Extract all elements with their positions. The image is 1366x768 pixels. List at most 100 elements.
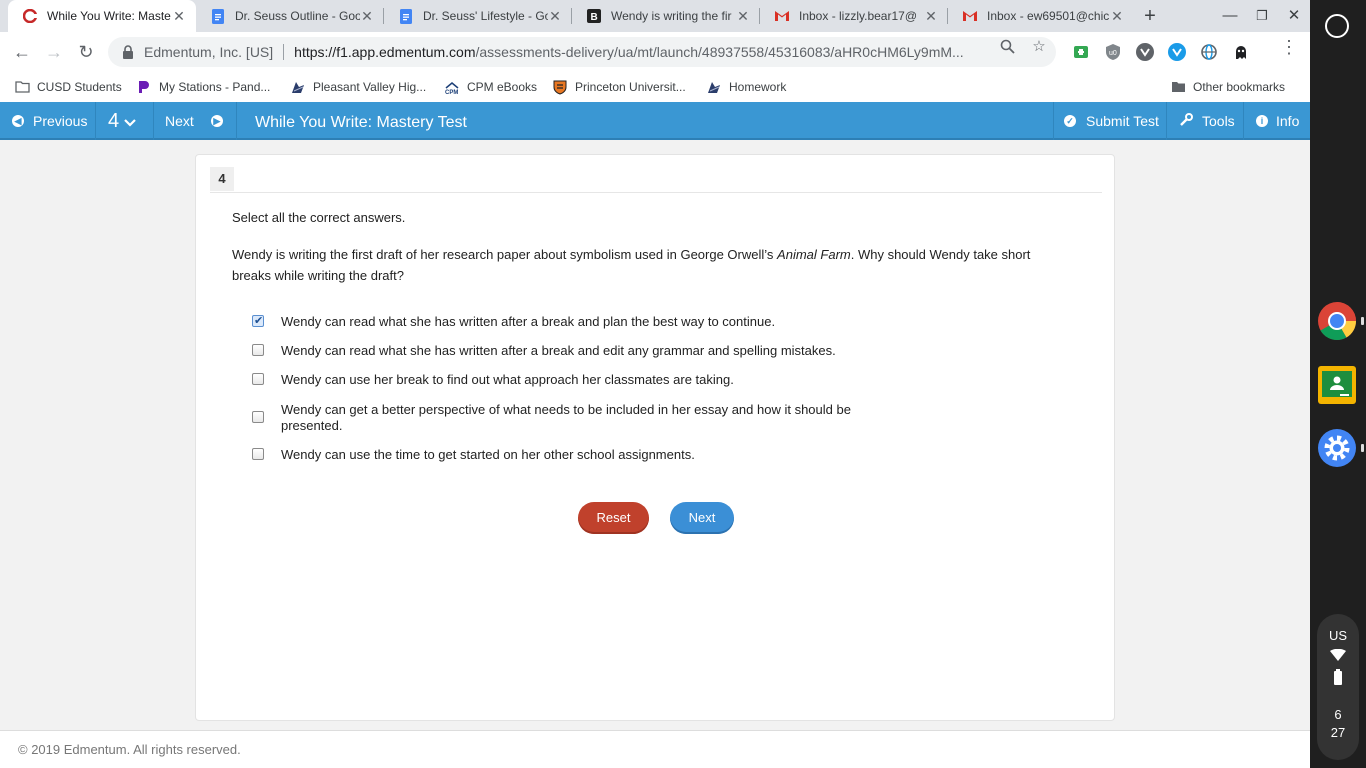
book-title: Animal Farm	[777, 247, 851, 262]
tab-gmail-ew[interactable]: Inbox - ew69501@chic ✕	[948, 0, 1134, 32]
tab-close-icon[interactable]: ✕	[548, 8, 562, 25]
test-content-area: 4 Select all the correct answers. Wendy …	[0, 140, 1310, 730]
bookmark-star-icon[interactable]: ☆	[1031, 39, 1047, 55]
tab-seuss-lifestyle[interactable]: Dr. Seuss' Lifestyle - Go ✕	[384, 0, 572, 32]
forward-icon[interactable]: →	[42, 40, 66, 64]
lock-icon	[122, 45, 134, 59]
running-indicator	[1361, 444, 1364, 452]
question-number-dropdown[interactable]: 4	[108, 102, 136, 140]
bookmark-cpm-ebooks[interactable]: CPM CPM eBooks	[444, 77, 537, 97]
answer-checkbox[interactable]	[252, 373, 264, 385]
wifi-icon	[1317, 648, 1359, 664]
answer-text: Wendy can get a better perspective of wh…	[281, 402, 851, 433]
header-next-button[interactable]: Next ▶	[165, 102, 223, 140]
chrome-app-icon[interactable]	[1317, 301, 1357, 341]
test-title: While You Write: Mastery Test	[255, 114, 467, 131]
tab-gmail-lizzly[interactable]: Inbox - lizzly.bear17@ ✕	[760, 0, 948, 32]
tab-close-icon[interactable]: ✕	[172, 8, 186, 25]
google-classroom-icon[interactable]	[1318, 366, 1356, 404]
address-bar[interactable]: Edmentum, Inc. [US] https://f1.app.edmen…	[108, 37, 1056, 67]
extension-green-icon[interactable]	[1072, 43, 1090, 61]
next-button[interactable]: Next	[670, 502, 734, 534]
answer-option[interactable]: Wendy can use the time to get started on…	[252, 447, 861, 463]
site-identity[interactable]: Edmentum, Inc. [US]	[144, 44, 273, 60]
svg-text:CPM: CPM	[445, 90, 458, 95]
running-indicator	[1361, 317, 1364, 325]
answer-checkbox[interactable]	[252, 448, 264, 460]
close-window-icon[interactable]: ✕	[1284, 6, 1304, 26]
header-divider	[1243, 102, 1244, 140]
screen: While You Write: Maste ✕ Dr. Seuss Outli…	[0, 0, 1366, 768]
answer-checkbox[interactable]	[252, 344, 264, 356]
tab-close-icon[interactable]: ✕	[736, 8, 750, 25]
arrow-right-circle-icon: ▶	[210, 115, 223, 127]
header-divider	[153, 102, 154, 140]
tab-close-icon[interactable]: ✕	[360, 8, 374, 25]
tools-button[interactable]: Tools	[1180, 102, 1235, 140]
answer-text: Wendy can read what she has written afte…	[281, 314, 776, 329]
check-circle-icon: ✓	[1064, 115, 1076, 127]
reload-icon[interactable]: ↻	[74, 40, 98, 64]
answer-option[interactable]: Wendy can use her break to find out what…	[252, 372, 861, 388]
tab-brainly[interactable]: B Wendy is writing the fir ✕	[572, 0, 760, 32]
answer-checkbox[interactable]	[252, 411, 264, 423]
princeton-shield-icon	[552, 79, 568, 95]
bookmark-pandora[interactable]: My Stations - Pand...	[136, 77, 270, 97]
shield-extension-icon[interactable]	[1136, 43, 1154, 61]
answer-option[interactable]: Wendy can read what she has written afte…	[252, 343, 861, 359]
viking-icon	[706, 79, 722, 95]
bookmark-cusd-students[interactable]: CUSD Students	[14, 77, 122, 97]
launcher-icon[interactable]	[1325, 14, 1349, 38]
answer-option[interactable]: Wendy can get a better perspective of wh…	[252, 402, 861, 434]
previous-button[interactable]: ◀ Previous	[12, 102, 87, 140]
next-label: Next	[165, 113, 194, 129]
tab-title: Inbox - lizzly.bear17@	[799, 9, 918, 23]
new-tab-icon[interactable]: +	[1140, 6, 1160, 26]
submit-test-button[interactable]: ✓ Submit Test	[1064, 102, 1159, 140]
chrome-menu-icon[interactable]: ⋮	[1280, 38, 1298, 56]
google-docs-icon	[398, 8, 414, 24]
bookmark-label: CPM eBooks	[467, 80, 538, 94]
answer-text: Wendy can use the time to get started on…	[281, 447, 695, 462]
vpn-extension-icon[interactable]	[1168, 43, 1186, 61]
bookmark-homework[interactable]: Homework	[706, 77, 786, 97]
settings-gear-icon[interactable]	[1317, 428, 1357, 468]
wrench-icon	[1180, 113, 1193, 129]
zoom-search-icon[interactable]	[999, 39, 1015, 55]
header-divider	[1053, 102, 1054, 140]
omnibox-divider	[283, 44, 285, 60]
clock-hour: 6	[1334, 707, 1342, 722]
url-path: /assessments-delivery/ua/mt/launch/48937…	[475, 44, 964, 60]
gmail-icon	[962, 8, 978, 24]
info-button[interactable]: i Info	[1256, 102, 1299, 140]
restore-icon[interactable]: ❐	[1252, 6, 1272, 26]
ghost-extension-icon[interactable]	[1232, 43, 1250, 61]
tools-label: Tools	[1202, 113, 1235, 129]
back-icon[interactable]: ←	[10, 40, 34, 64]
ublock-shield-icon[interactable]: u0	[1104, 43, 1122, 61]
bookmark-other-bookmarks[interactable]: Other bookmarks	[1170, 77, 1285, 97]
answer-checkbox[interactable]	[252, 313, 264, 329]
tab-close-icon[interactable]: ✕	[1110, 8, 1124, 25]
question-card: 4 Select all the correct answers. Wendy …	[195, 154, 1115, 721]
globe-extension-icon[interactable]	[1200, 43, 1218, 61]
tab-seuss-outline[interactable]: Dr. Seuss Outline - Goo ✕	[196, 0, 384, 32]
browser-toolbar: ← → ↻ Edmentum, Inc. [US] https://f1.app…	[0, 32, 1310, 72]
pandora-icon	[136, 79, 152, 95]
test-header-bar: ◀ Previous 4 Next ▶ While You Write: Mas…	[0, 102, 1310, 140]
minimize-icon[interactable]: —	[1220, 6, 1240, 26]
status-tray[interactable]: US 6 27	[1317, 614, 1359, 760]
footer-copyright: © 2019 Edmentum. All rights reserved.	[0, 730, 1310, 768]
tab-edmentum[interactable]: While You Write: Maste ✕	[8, 0, 196, 32]
header-divider	[236, 102, 237, 140]
bookmark-princeton[interactable]: Princeton Universit...	[552, 77, 686, 97]
reset-button[interactable]: Reset	[578, 502, 649, 534]
bookmark-label: Other bookmarks	[1193, 80, 1286, 94]
bookmark-pleasant-valley[interactable]: Pleasant Valley Hig...	[290, 77, 426, 97]
bookmarks-bar: CUSD Students My Stations - Pand... Plea…	[0, 72, 1310, 102]
card-divider	[210, 192, 1102, 193]
tab-close-icon[interactable]: ✕	[924, 8, 938, 25]
answer-option[interactable]: Wendy can read what she has written afte…	[252, 313, 861, 330]
viking-icon	[290, 79, 306, 95]
tab-title: Dr. Seuss' Lifestyle - Go	[423, 9, 548, 23]
